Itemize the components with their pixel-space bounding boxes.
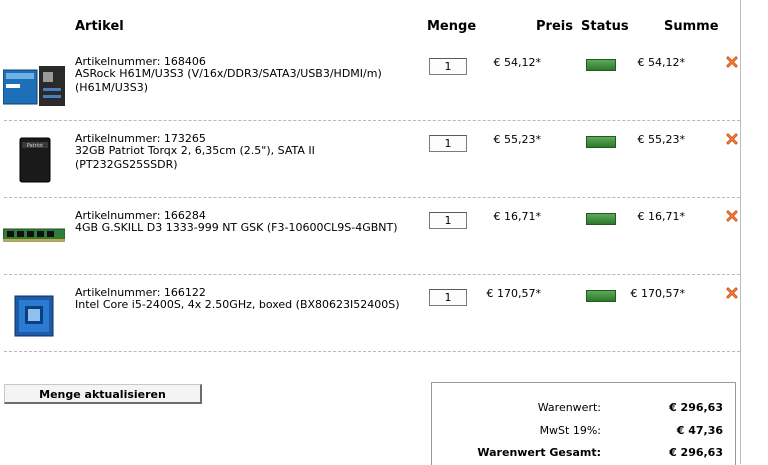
unit-price: € 16,71*: [493, 210, 542, 223]
cart-row: Patriot Artikelnummer: 173265 32GB Patri…: [0, 120, 740, 197]
unit-price: € 55,23*: [493, 133, 542, 146]
product-name[interactable]: 32GB Patriot Torqx 2, 6,35cm (2.5"), SAT…: [75, 144, 415, 172]
status-bar-icon: [586, 213, 616, 225]
delete-x-icon[interactable]: [726, 56, 738, 68]
product-ram-image: [3, 228, 65, 242]
unit-price: € 170,57*: [486, 287, 541, 300]
cart-row: Artikelnummer: 166122 Intel Core i5-2400…: [0, 274, 740, 351]
delete-x-icon[interactable]: [726, 287, 738, 299]
mwst-value: € 47,36: [676, 424, 723, 437]
gesamt-label: Warenwert Gesamt:: [477, 446, 601, 459]
delete-x-icon[interactable]: [726, 133, 738, 145]
product-ssd-image: Patriot: [19, 137, 51, 183]
status-bar-icon: [586, 59, 616, 71]
product-cpu-image: [14, 295, 54, 337]
gesamt-value: € 296,63: [669, 446, 723, 459]
col-header-preis: Preis: [536, 19, 573, 34]
line-sum: € 54,12*: [637, 56, 686, 69]
status-bar-icon: [586, 136, 616, 148]
right-border-line: [740, 0, 741, 464]
cart-row: Artikelnummer: 168406 ASRock H61M/U3S3 (…: [0, 43, 740, 120]
mwst-label: MwSt 19%:: [539, 424, 601, 437]
update-quantity-button[interactable]: Menge aktualisieren: [4, 384, 202, 404]
product-name[interactable]: Intel Core i5-2400S, 4x 2.50GHz, boxed (…: [75, 298, 415, 312]
delete-x-icon[interactable]: [726, 210, 738, 222]
row-divider: [4, 351, 740, 352]
status-bar-icon: [586, 290, 616, 302]
col-header-status: Status: [581, 19, 629, 34]
warenwert-value: € 296,63: [669, 401, 723, 414]
line-sum: € 16,71*: [637, 210, 686, 223]
svg-text:Patriot: Patriot: [27, 143, 43, 149]
line-sum: € 170,57*: [630, 287, 685, 300]
quantity-input[interactable]: 1: [429, 212, 467, 229]
line-sum: € 55,23*: [637, 133, 686, 146]
quantity-input[interactable]: 1: [429, 135, 467, 152]
warenwert-label: Warenwert:: [537, 401, 601, 414]
quantity-input[interactable]: 1: [429, 289, 467, 306]
product-name[interactable]: 4GB G.SKILL D3 1333-999 NT GSK (F3-10600…: [75, 221, 415, 235]
product-motherboard-image: [3, 66, 65, 106]
totals-box: Warenwert: € 296,63 MwSt 19%: € 47,36 Wa…: [431, 382, 736, 465]
product-name[interactable]: ASRock H61M/U3S3 (V/16x/DDR3/SATA3/USB3/…: [75, 67, 415, 95]
cart-row: Artikelnummer: 166284 4GB G.SKILL D3 133…: [0, 197, 740, 274]
col-header-artikel: Artikel: [75, 19, 124, 34]
col-header-summe: Summe: [664, 19, 719, 34]
quantity-input[interactable]: 1: [429, 58, 467, 75]
unit-price: € 54,12*: [493, 56, 542, 69]
col-header-menge: Menge: [427, 19, 477, 34]
